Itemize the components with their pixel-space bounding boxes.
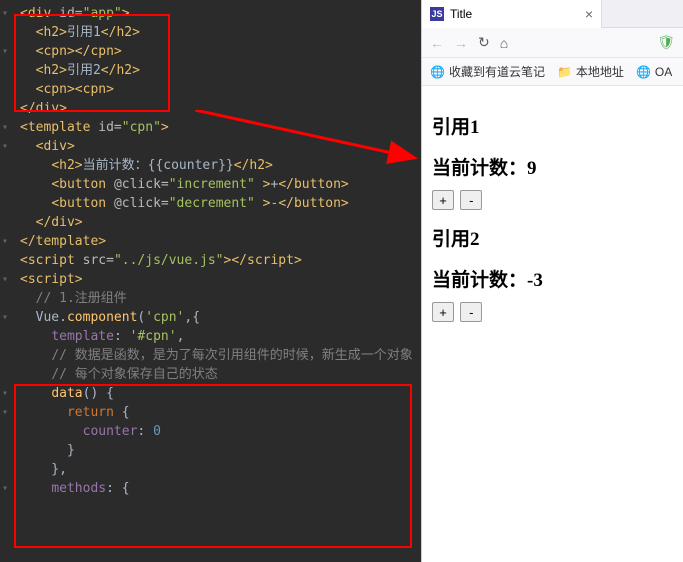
fold-icon[interactable]: ▾	[2, 42, 8, 61]
code-line[interactable]: ▾<script>	[20, 270, 421, 289]
favicon-icon: JS	[430, 7, 444, 21]
code-line[interactable]: ▾</template>	[20, 232, 421, 251]
forward-icon[interactable]: →	[454, 35, 468, 51]
back-icon[interactable]: ←	[430, 35, 444, 51]
code-line[interactable]: <h2>当前计数：{{counter}}</h2>	[20, 156, 421, 175]
code-line[interactable]: </div>	[20, 213, 421, 232]
folder-icon: 📁	[557, 65, 572, 79]
code-line[interactable]: <h2>引用1</h2>	[20, 23, 421, 42]
shield-icon[interactable]: 🛡	[657, 34, 675, 51]
close-icon[interactable]: ×	[585, 6, 593, 22]
fold-icon[interactable]: ▾	[2, 384, 8, 403]
fold-icon[interactable]: ▾	[2, 270, 8, 289]
code-line[interactable]: ▾ data() {	[20, 384, 421, 403]
code-line[interactable]: ▾<template id="cpn">	[20, 118, 421, 137]
fold-icon[interactable]: ▾	[2, 308, 8, 327]
fold-icon[interactable]: ▾	[2, 137, 8, 156]
code-line[interactable]: ▾ Vue.component('cpn',{	[20, 308, 421, 327]
globe-icon: 🌐	[430, 65, 445, 79]
code-line[interactable]: <h2>引用2</h2>	[20, 61, 421, 80]
code-line[interactable]: template: '#cpn',	[20, 327, 421, 346]
code-line[interactable]: },	[20, 460, 421, 479]
decrement-button[interactable]: -	[460, 190, 482, 210]
bookmark-youdao[interactable]: 🌐 收藏到有道云笔记	[430, 63, 545, 80]
code-editor[interactable]: ▾<div id="app"> <h2>引用1</h2>▾ <cpn></cpn…	[0, 0, 421, 562]
increment-button[interactable]: +	[432, 190, 454, 210]
decrement-button[interactable]: -	[460, 302, 482, 322]
code-line[interactable]: ▾ <div>	[20, 137, 421, 156]
fold-icon[interactable]: ▾	[2, 232, 8, 251]
nav-toolbar: ← → ↻ ⌂ 🛡	[422, 28, 683, 58]
ref1-heading: 引用1	[432, 112, 673, 139]
code-line[interactable]: ▾ methods: {	[20, 479, 421, 498]
counter2-heading: 当前计数：-3	[432, 265, 673, 292]
code-line[interactable]: // 数据是函数，是为了每次引用组件的时候，新生成一个对象	[20, 346, 421, 365]
reload-icon[interactable]: ↻	[478, 34, 490, 51]
code-line[interactable]: <button @click="decrement" >-</button>	[20, 194, 421, 213]
code-line[interactable]: ▾<div id="app">	[20, 4, 421, 23]
fold-icon[interactable]: ▾	[2, 4, 8, 23]
bookmarks-bar: 🌐 收藏到有道云笔记 📁 本地地址 🌐 OA	[422, 58, 683, 86]
code-line[interactable]: <button @click="increment" >+</button>	[20, 175, 421, 194]
ref2-heading: 引用2	[432, 224, 673, 251]
counter1-heading: 当前计数：9	[432, 153, 673, 180]
page-content: 引用1 当前计数：9 + - 引用2 当前计数：-3 + -	[422, 86, 683, 562]
code-line[interactable]: counter: 0	[20, 422, 421, 441]
increment-button[interactable]: +	[432, 302, 454, 322]
tab-title: Title	[450, 7, 472, 21]
bookmark-oa[interactable]: 🌐 OA	[636, 65, 672, 79]
tab-bar: JS Title ×	[422, 0, 683, 28]
browser-window: JS Title × ← → ↻ ⌂ 🛡 🌐 收藏到有道云笔记 📁 本地地址 🌐…	[421, 0, 683, 562]
fold-icon[interactable]: ▾	[2, 403, 8, 422]
globe-icon: 🌐	[636, 65, 651, 79]
code-line[interactable]: // 每个对象保存自己的状态	[20, 365, 421, 384]
bookmark-local[interactable]: 📁 本地地址	[557, 63, 624, 80]
code-line[interactable]: // 1.注册组件	[20, 289, 421, 308]
code-line[interactable]: </div>	[20, 99, 421, 118]
fold-icon[interactable]: ▾	[2, 118, 8, 137]
code-line[interactable]: }	[20, 441, 421, 460]
code-line[interactable]: <script src="../js/vue.js"></script>	[20, 251, 421, 270]
code-line[interactable]: <cpn><cpn>	[20, 80, 421, 99]
counter2-buttons: + -	[432, 302, 673, 322]
code-line[interactable]: ▾ <cpn></cpn>	[20, 42, 421, 61]
counter1-buttons: + -	[432, 190, 673, 210]
code-line[interactable]: ▾ return {	[20, 403, 421, 422]
home-icon[interactable]: ⌂	[500, 35, 508, 51]
browser-tab[interactable]: JS Title ×	[422, 0, 602, 28]
fold-icon[interactable]: ▾	[2, 479, 8, 498]
